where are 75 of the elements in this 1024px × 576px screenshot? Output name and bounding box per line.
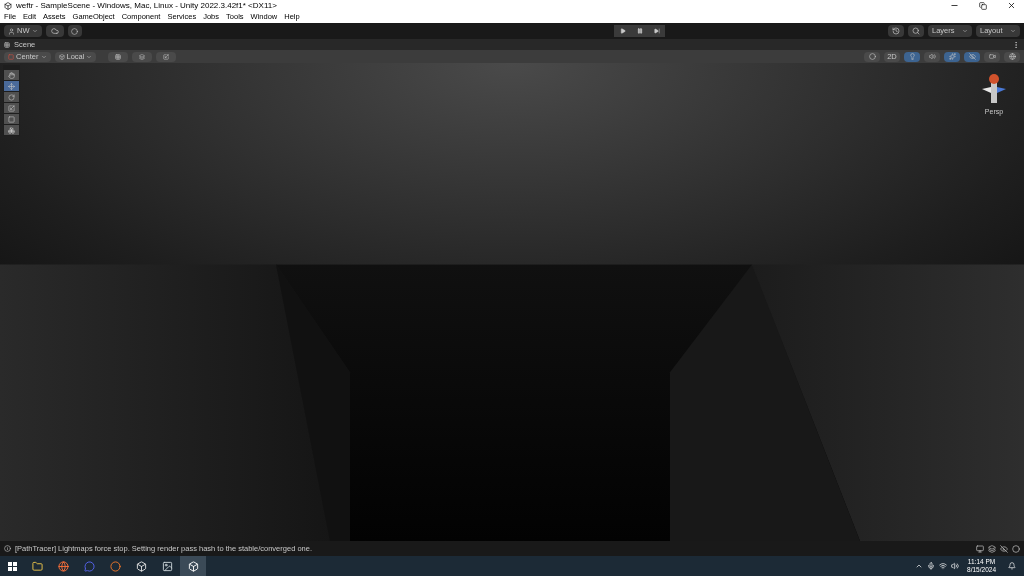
speaker-toggle[interactable] bbox=[924, 51, 940, 62]
lightbulb-icon bbox=[908, 53, 916, 60]
info-icon bbox=[4, 545, 11, 552]
play-button[interactable] bbox=[614, 25, 632, 37]
transform-icon bbox=[8, 126, 15, 134]
step-button[interactable] bbox=[648, 25, 666, 37]
close-icon[interactable] bbox=[1007, 1, 1016, 10]
caret-icon bbox=[1010, 28, 1016, 34]
orientation-gizmo-drawing[interactable] bbox=[980, 71, 1008, 105]
grid-icon bbox=[4, 41, 10, 48]
layers-icon bbox=[139, 53, 146, 60]
eye-off-toggle[interactable] bbox=[964, 51, 980, 62]
collab-button[interactable] bbox=[67, 25, 82, 37]
step-icon bbox=[653, 28, 660, 34]
history-button[interactable] bbox=[888, 25, 904, 37]
scale-tool[interactable] bbox=[4, 103, 19, 113]
microphone-icon[interactable] bbox=[927, 562, 936, 570]
speaker-icon bbox=[928, 53, 936, 60]
history-icon bbox=[892, 27, 900, 35]
camera-icon bbox=[988, 53, 996, 60]
hand-tool[interactable] bbox=[4, 70, 19, 80]
play-icon bbox=[619, 28, 626, 34]
more-icon[interactable] bbox=[1012, 40, 1020, 49]
pause-icon bbox=[636, 28, 643, 34]
circle-icon[interactable] bbox=[1012, 544, 1020, 553]
rotate-icon bbox=[8, 93, 15, 101]
cloud-button[interactable] bbox=[45, 25, 64, 37]
circle-icon bbox=[71, 27, 78, 35]
globe-icon bbox=[1008, 53, 1016, 60]
scale-icon bbox=[8, 104, 15, 112]
cloud-icon bbox=[50, 27, 59, 35]
cube-icon bbox=[58, 53, 65, 60]
grid-dropdown[interactable] bbox=[108, 51, 129, 62]
user-icon bbox=[8, 27, 15, 35]
lightbulb-toggle[interactable] bbox=[904, 51, 920, 62]
cube-icon bbox=[4, 1, 12, 10]
scale-icon bbox=[163, 53, 170, 60]
image-icon bbox=[161, 560, 173, 572]
increment-dropdown[interactable] bbox=[156, 51, 177, 62]
caret-icon bbox=[86, 53, 93, 60]
move-icon bbox=[8, 82, 15, 90]
rect-icon bbox=[8, 115, 15, 123]
camera-toggle[interactable] bbox=[984, 51, 1000, 62]
caret-icon bbox=[31, 28, 38, 34]
chat-icon bbox=[83, 560, 95, 572]
cube-icon bbox=[187, 560, 199, 572]
caret-icon bbox=[962, 28, 968, 34]
sphere-toggle[interactable] bbox=[864, 51, 880, 62]
sphere-icon bbox=[868, 53, 876, 60]
layers-icon[interactable] bbox=[988, 544, 996, 553]
network-icon[interactable] bbox=[939, 562, 948, 570]
cube-icon bbox=[135, 560, 147, 572]
window-title: weftr - SampleScene - Windows, Mac, Linux - Unity 2022.3.42f1* <DX11> bbox=[16, 0, 278, 12]
snap-dropdown[interactable] bbox=[132, 51, 153, 62]
sparkle-icon bbox=[948, 53, 956, 60]
search-button[interactable] bbox=[908, 25, 924, 37]
monitor-icon[interactable] bbox=[976, 544, 984, 553]
eye-off-icon[interactable] bbox=[1000, 544, 1008, 553]
eye-off-icon bbox=[968, 53, 976, 60]
hand-icon bbox=[8, 71, 15, 79]
search-icon bbox=[912, 27, 920, 35]
restore-icon[interactable] bbox=[979, 1, 987, 10]
notification-icon[interactable] bbox=[1008, 562, 1016, 570]
sparkle-toggle[interactable] bbox=[944, 51, 960, 62]
transform-tool[interactable] bbox=[4, 125, 19, 135]
folder-icon bbox=[31, 560, 43, 572]
taskbar-app[interactable] bbox=[180, 556, 206, 576]
globe-icon bbox=[57, 560, 69, 572]
windows-icon bbox=[7, 561, 17, 571]
speaker-icon[interactable] bbox=[951, 562, 960, 570]
caret-icon bbox=[40, 53, 47, 60]
globe-toggle[interactable] bbox=[1004, 51, 1020, 62]
grid-icon bbox=[115, 53, 122, 60]
chevron-up-icon[interactable] bbox=[915, 562, 924, 570]
circle-icon bbox=[109, 560, 121, 572]
